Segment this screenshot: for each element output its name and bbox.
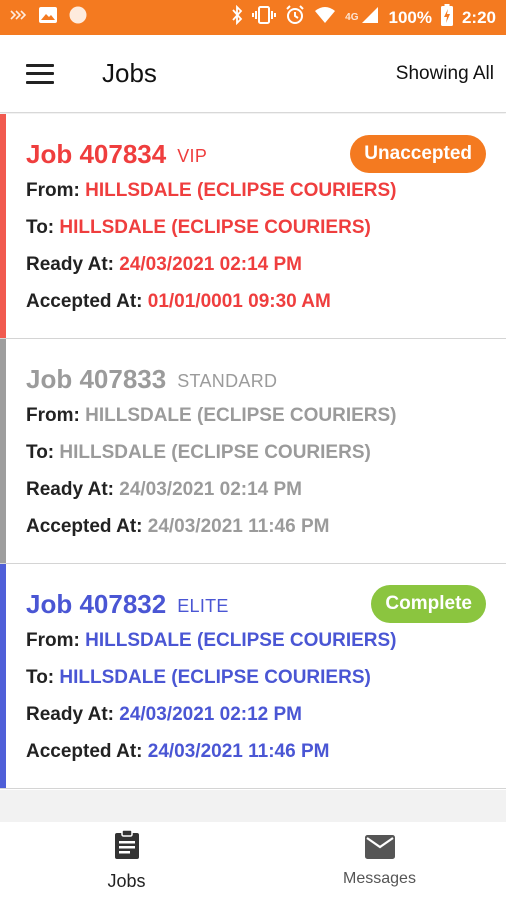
accepted-at-row: Accepted At: 01/01/0001 09:30 AM: [26, 291, 397, 328]
job-number: Job 407833: [26, 363, 167, 394]
accepted-at-value: 24/03/2021 11:46 PM: [147, 516, 330, 537]
to-value: HILLSDALE (ECLIPSE COURIERS): [59, 667, 371, 688]
network-type-label: 4G: [345, 12, 359, 23]
to-row: To: HILLSDALE (ECLIPSE COURIERS): [26, 667, 397, 704]
accepted-at-row: Accepted At: 24/03/2021 11:46 PM: [26, 741, 397, 778]
ready-at-row: Ready At: 24/03/2021 02:14 PM: [26, 479, 397, 516]
to-row: To: HILLSDALE (ECLIPSE COURIERS): [26, 217, 397, 254]
status-badge: Complete: [371, 585, 486, 623]
to-label: To:: [26, 217, 60, 238]
to-label: To:: [26, 667, 60, 688]
ready-at-label: Ready At:: [26, 254, 120, 275]
to-value: HILLSDALE (ECLIPSE COURIERS): [59, 442, 371, 463]
priority-stripe: [0, 114, 6, 338]
job-list: Job 407834 VIP Unaccepted From: HILLSDAL…: [0, 114, 506, 789]
job-card[interactable]: Job 407834 VIP Unaccepted From: HILLSDAL…: [0, 114, 506, 339]
from-value: HILLSDALE (ECLIPSE COURIERS): [85, 180, 397, 201]
hamburger-menu-icon[interactable]: [26, 63, 54, 84]
status-bar: 4G 100% 2:20: [0, 0, 506, 35]
to-value: HILLSDALE (ECLIPSE COURIERS): [59, 217, 371, 238]
status-badge: Unaccepted: [350, 135, 486, 173]
alarm-icon: [285, 5, 305, 30]
battery-charging-icon: [440, 4, 453, 31]
mail-icon: [364, 834, 395, 864]
accepted-at-value: 24/03/2021 11:46 PM: [147, 741, 330, 762]
job-level: STANDARD: [177, 370, 278, 391]
job-card[interactable]: Job 407832 ELITE Complete From: HILLSDAL…: [0, 564, 506, 789]
app-bar: Jobs Showing All: [0, 35, 506, 113]
nav-item-jobs[interactable]: Jobs: [0, 822, 253, 900]
image-icon: [38, 6, 58, 29]
ready-at-row: Ready At: 24/03/2021 02:14 PM: [26, 254, 397, 291]
accepted-at-label: Accepted At:: [26, 741, 148, 762]
from-row: From: HILLSDALE (ECLIPSE COURIERS): [26, 180, 397, 217]
clock: 2:20: [461, 7, 496, 27]
from-row: From: HILLSDALE (ECLIPSE COURIERS): [26, 630, 397, 667]
ready-at-value: 24/03/2021 02:12 PM: [119, 704, 303, 725]
job-level: ELITE: [177, 595, 229, 616]
ready-at-label: Ready At:: [26, 704, 120, 725]
from-label: From:: [26, 630, 86, 651]
from-label: From:: [26, 405, 86, 426]
job-number: Job 407834: [26, 138, 167, 169]
nav-item-messages[interactable]: Messages: [253, 822, 506, 900]
ready-at-row: Ready At: 24/03/2021 02:12 PM: [26, 704, 397, 741]
accepted-at-row: Accepted At: 24/03/2021 11:46 PM: [26, 516, 397, 553]
ready-at-value: 24/03/2021 02:14 PM: [119, 479, 303, 500]
list-background: [0, 790, 506, 822]
job-number: Job 407832: [26, 588, 167, 619]
from-value: HILLSDALE (ECLIPSE COURIERS): [85, 405, 397, 426]
wifi-icon: [314, 6, 336, 29]
nav-label-jobs: Jobs: [107, 871, 146, 891]
from-label: From:: [26, 180, 86, 201]
nav-label-messages: Messages: [343, 869, 416, 887]
battery-percent: 100%: [388, 7, 432, 27]
ready-at-label: Ready At:: [26, 479, 120, 500]
from-value: HILLSDALE (ECLIPSE COURIERS): [85, 630, 397, 651]
ready-at-value: 24/03/2021 02:14 PM: [119, 254, 303, 275]
clipboard-icon: [114, 829, 140, 865]
priority-stripe: [0, 339, 6, 563]
filter-button[interactable]: Showing All: [396, 63, 494, 85]
page-title: Jobs: [102, 58, 157, 88]
vibrate-icon: [252, 5, 277, 30]
notification-icon: [10, 8, 28, 27]
job-level: VIP: [177, 145, 208, 166]
accepted-at-value: 01/01/0001 09:30 AM: [147, 291, 331, 312]
bluetooth-icon: [231, 4, 243, 30]
job-card[interactable]: Job 407833 STANDARD From: HILLSDALE (ECL…: [0, 339, 506, 564]
accepted-at-label: Accepted At:: [26, 291, 148, 312]
bottom-nav: Jobs Messages: [0, 822, 506, 900]
to-label: To:: [26, 442, 60, 463]
priority-stripe: [0, 564, 6, 788]
to-row: To: HILLSDALE (ECLIPSE COURIERS): [26, 442, 397, 479]
accepted-at-label: Accepted At:: [26, 516, 148, 537]
circle-icon: [68, 5, 88, 30]
signal-icon: [361, 6, 379, 29]
from-row: From: HILLSDALE (ECLIPSE COURIERS): [26, 405, 397, 442]
